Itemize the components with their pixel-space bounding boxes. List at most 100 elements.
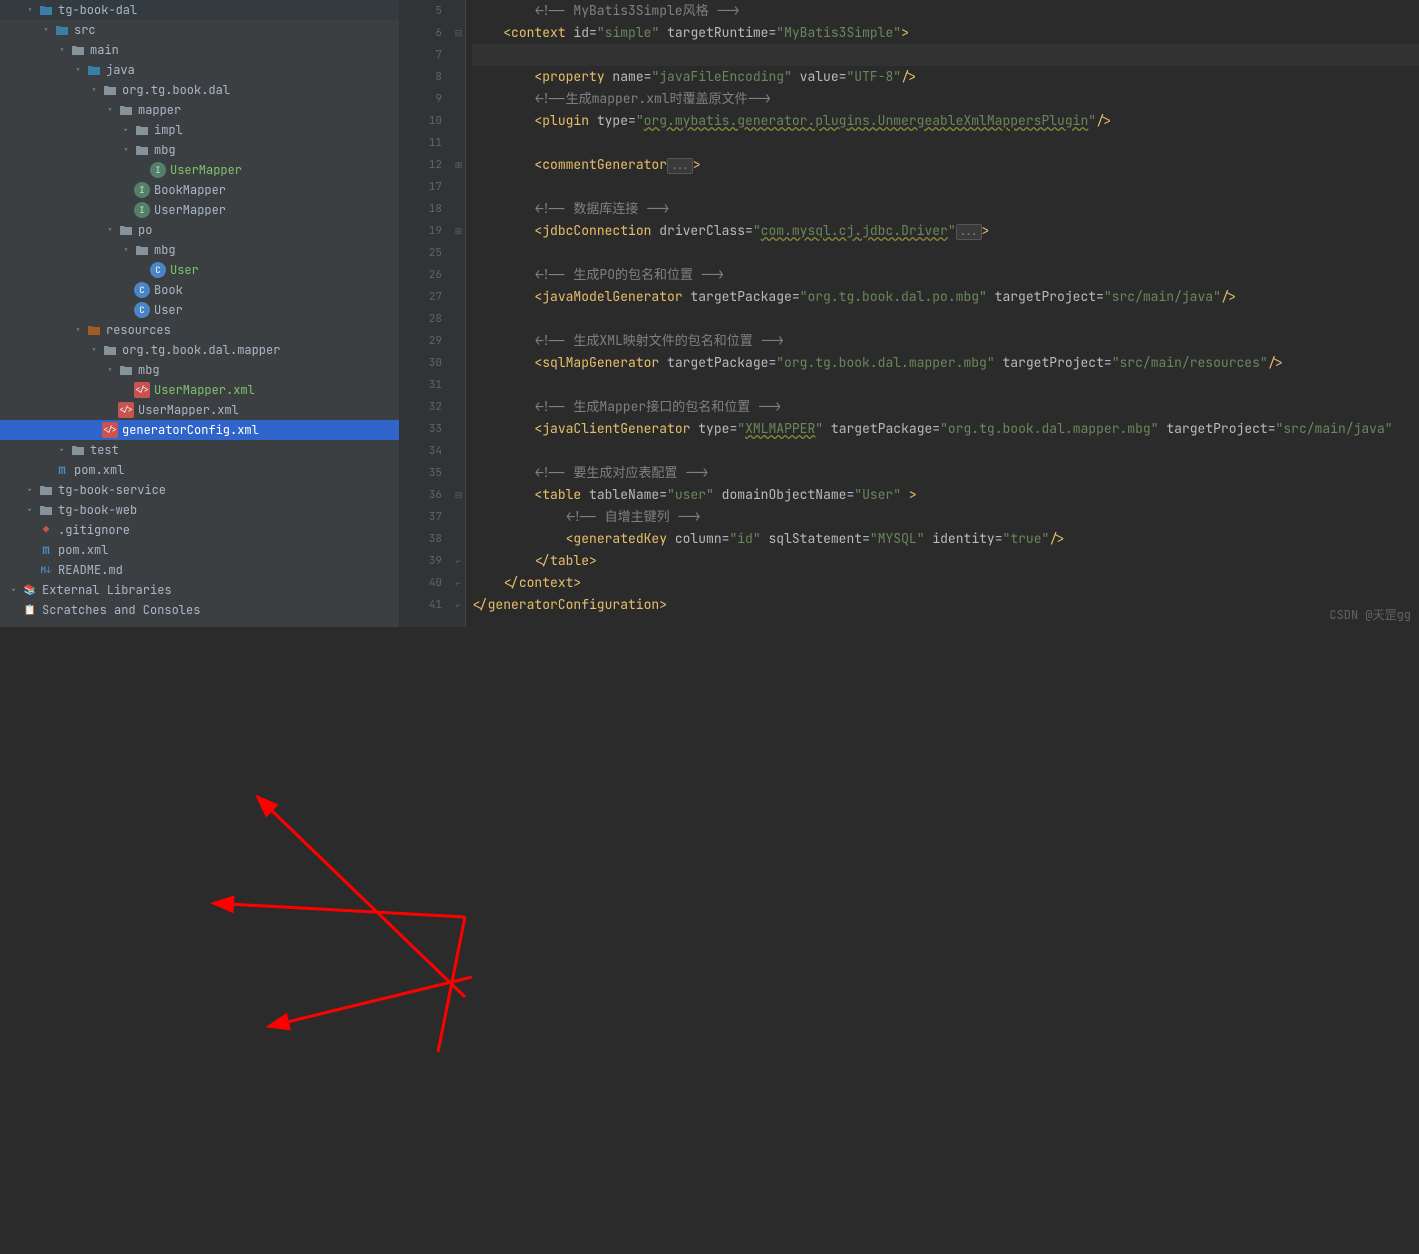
line-number[interactable]: 25	[400, 242, 442, 264]
tree-item-readme-md[interactable]: M↓README.md	[0, 560, 399, 580]
line-number[interactable]: 35	[400, 462, 442, 484]
fold-marker[interactable]	[452, 132, 465, 154]
expand-arrow-icon[interactable]: ▾	[104, 220, 116, 240]
tree-item-resources[interactable]: ▾resources	[0, 320, 399, 340]
expand-arrow-icon[interactable]: ▸	[56, 440, 68, 460]
fold-marker[interactable]	[452, 88, 465, 110]
line-number[interactable]: 33	[400, 418, 442, 440]
fold-marker[interactable]	[452, 506, 465, 528]
tree-item-main[interactable]: ▾main	[0, 40, 399, 60]
tree-item-book[interactable]: CBook	[0, 280, 399, 300]
line-number[interactable]: 12	[400, 154, 442, 176]
code-line[interactable]	[472, 176, 1419, 198]
tree-item-java[interactable]: ▾java	[0, 60, 399, 80]
line-number[interactable]: 36	[400, 484, 442, 506]
tree-item-src[interactable]: ▾src	[0, 20, 399, 40]
fold-marker[interactable]	[452, 176, 465, 198]
code-line[interactable]: 💡 <context id="simple" targetRuntime="My…	[472, 22, 1419, 44]
fold-marker[interactable]	[452, 352, 465, 374]
tree-item-mbg[interactable]: ▾mbg	[0, 240, 399, 260]
code-line[interactable]: <!-- MyBatis3Simple风格 -->	[472, 0, 1419, 22]
fold-marker[interactable]	[452, 396, 465, 418]
fold-marker[interactable]	[452, 0, 465, 22]
code-line[interactable]: <jdbcConnection driverClass="com.mysql.c…	[472, 220, 1419, 242]
code-line[interactable]: </generatorConfiguration>	[472, 594, 1419, 616]
tree-item-tg-book-dal[interactable]: ▾tg-book-dal	[0, 0, 399, 20]
fold-marker[interactable]: ⌐	[452, 550, 465, 572]
line-number[interactable]: 32	[400, 396, 442, 418]
code-line[interactable]: </context>	[472, 572, 1419, 594]
tree-item-mapper[interactable]: ▾mapper	[0, 100, 399, 120]
line-number[interactable]: 10	[400, 110, 442, 132]
expand-arrow-icon[interactable]: ▾	[120, 240, 132, 260]
line-number[interactable]: 11	[400, 132, 442, 154]
tree-item-org-tg-book-dal[interactable]: ▾org.tg.book.dal	[0, 80, 399, 100]
fold-marker[interactable]: ⊟	[452, 22, 465, 44]
fold-marker[interactable]	[452, 308, 465, 330]
code-line[interactable]	[472, 44, 1419, 66]
tree-item-impl[interactable]: ▸impl	[0, 120, 399, 140]
tree-item-mbg[interactable]: ▾mbg	[0, 140, 399, 160]
code-line[interactable]	[472, 308, 1419, 330]
line-number[interactable]: 34	[400, 440, 442, 462]
code-line[interactable]: </table>	[472, 550, 1419, 572]
line-number[interactable]: 41	[400, 594, 442, 616]
fold-marker[interactable]: ⌐	[452, 572, 465, 594]
fold-marker[interactable]	[452, 44, 465, 66]
fold-marker[interactable]	[452, 242, 465, 264]
code-editor[interactable]: 5678910111217181925262728293031323334353…	[400, 0, 1419, 627]
line-number[interactable]: 8	[400, 66, 442, 88]
code-line[interactable]: <!-- 生成Mapper接口的包名和位置 -->	[472, 396, 1419, 418]
line-number[interactable]: 19	[400, 220, 442, 242]
fold-marker[interactable]	[452, 528, 465, 550]
fold-marker[interactable]	[452, 374, 465, 396]
code-line[interactable]: <commentGenerator...>	[472, 154, 1419, 176]
expand-arrow-icon[interactable]: ▸	[8, 580, 20, 600]
code-line[interactable]: <javaModelGenerator targetPackage="org.t…	[472, 286, 1419, 308]
expand-arrow-icon[interactable]: ▾	[72, 60, 84, 80]
tree-item-usermapper-xml[interactable]: </>UserMapper.xml	[0, 380, 399, 400]
line-number[interactable]: 38	[400, 528, 442, 550]
code-line[interactable]: <!-- 要生成对应表配置 -->	[472, 462, 1419, 484]
line-number[interactable]: 18	[400, 198, 442, 220]
line-number[interactable]: 31	[400, 374, 442, 396]
line-number[interactable]: 29	[400, 330, 442, 352]
fold-marker[interactable]	[452, 264, 465, 286]
fold-marker[interactable]	[452, 286, 465, 308]
code-line[interactable]	[472, 440, 1419, 462]
code-line[interactable]: <!-- 自增主键列 -->	[472, 506, 1419, 528]
code-line[interactable]	[472, 132, 1419, 154]
expand-arrow-icon[interactable]: ▾	[104, 360, 116, 380]
fold-marker[interactable]	[452, 462, 465, 484]
fold-marker[interactable]	[452, 330, 465, 352]
tree-item-user[interactable]: CUser	[0, 300, 399, 320]
line-number[interactable]: 30	[400, 352, 442, 374]
project-tree-panel[interactable]: ▾tg-book-dal▾src▾main▾java▾org.tg.book.d…	[0, 0, 400, 627]
code-line[interactable]	[472, 374, 1419, 396]
code-line[interactable]: <!-- 生成XML映射文件的包名和位置 -->	[472, 330, 1419, 352]
fold-marker[interactable]: ⊟	[452, 484, 465, 506]
code-line[interactable]: <generatedKey column="id" sqlStatement="…	[472, 528, 1419, 550]
tree-item-tg-book-service[interactable]: ▸tg-book-service	[0, 480, 399, 500]
code-line[interactable]: <property name="javaFileEncoding" value=…	[472, 66, 1419, 88]
code-line[interactable]: <!--生成mapper.xml时覆盖原文件-->	[472, 88, 1419, 110]
line-number[interactable]: 37	[400, 506, 442, 528]
tree-item-pom-xml[interactable]: mpom.xml	[0, 540, 399, 560]
tree-item-org-tg-book-dal-mapper[interactable]: ▾org.tg.book.dal.mapper	[0, 340, 399, 360]
expand-arrow-icon[interactable]: ▸	[120, 120, 132, 140]
code-area[interactable]: <!-- MyBatis3Simple风格 -->💡 <context id="…	[466, 0, 1419, 627]
line-number[interactable]: 5	[400, 0, 442, 22]
fold-marker[interactable]	[452, 110, 465, 132]
fold-marker[interactable]	[452, 440, 465, 462]
line-number[interactable]: 27	[400, 286, 442, 308]
line-number[interactable]: 26	[400, 264, 442, 286]
tree-item-usermapper[interactable]: IUserMapper	[0, 160, 399, 180]
tree-item-usermapper-xml[interactable]: </>UserMapper.xml	[0, 400, 399, 420]
expand-arrow-icon[interactable]: ▾	[72, 320, 84, 340]
tree-item-mbg[interactable]: ▾mbg	[0, 360, 399, 380]
code-line[interactable]: <plugin type="org.mybatis.generator.plug…	[472, 110, 1419, 132]
line-number[interactable]: 17	[400, 176, 442, 198]
code-line[interactable]: <!-- 生成PO的包名和位置 -->	[472, 264, 1419, 286]
tree-item-user[interactable]: CUser	[0, 260, 399, 280]
code-line[interactable]: <sqlMapGenerator targetPackage="org.tg.b…	[472, 352, 1419, 374]
